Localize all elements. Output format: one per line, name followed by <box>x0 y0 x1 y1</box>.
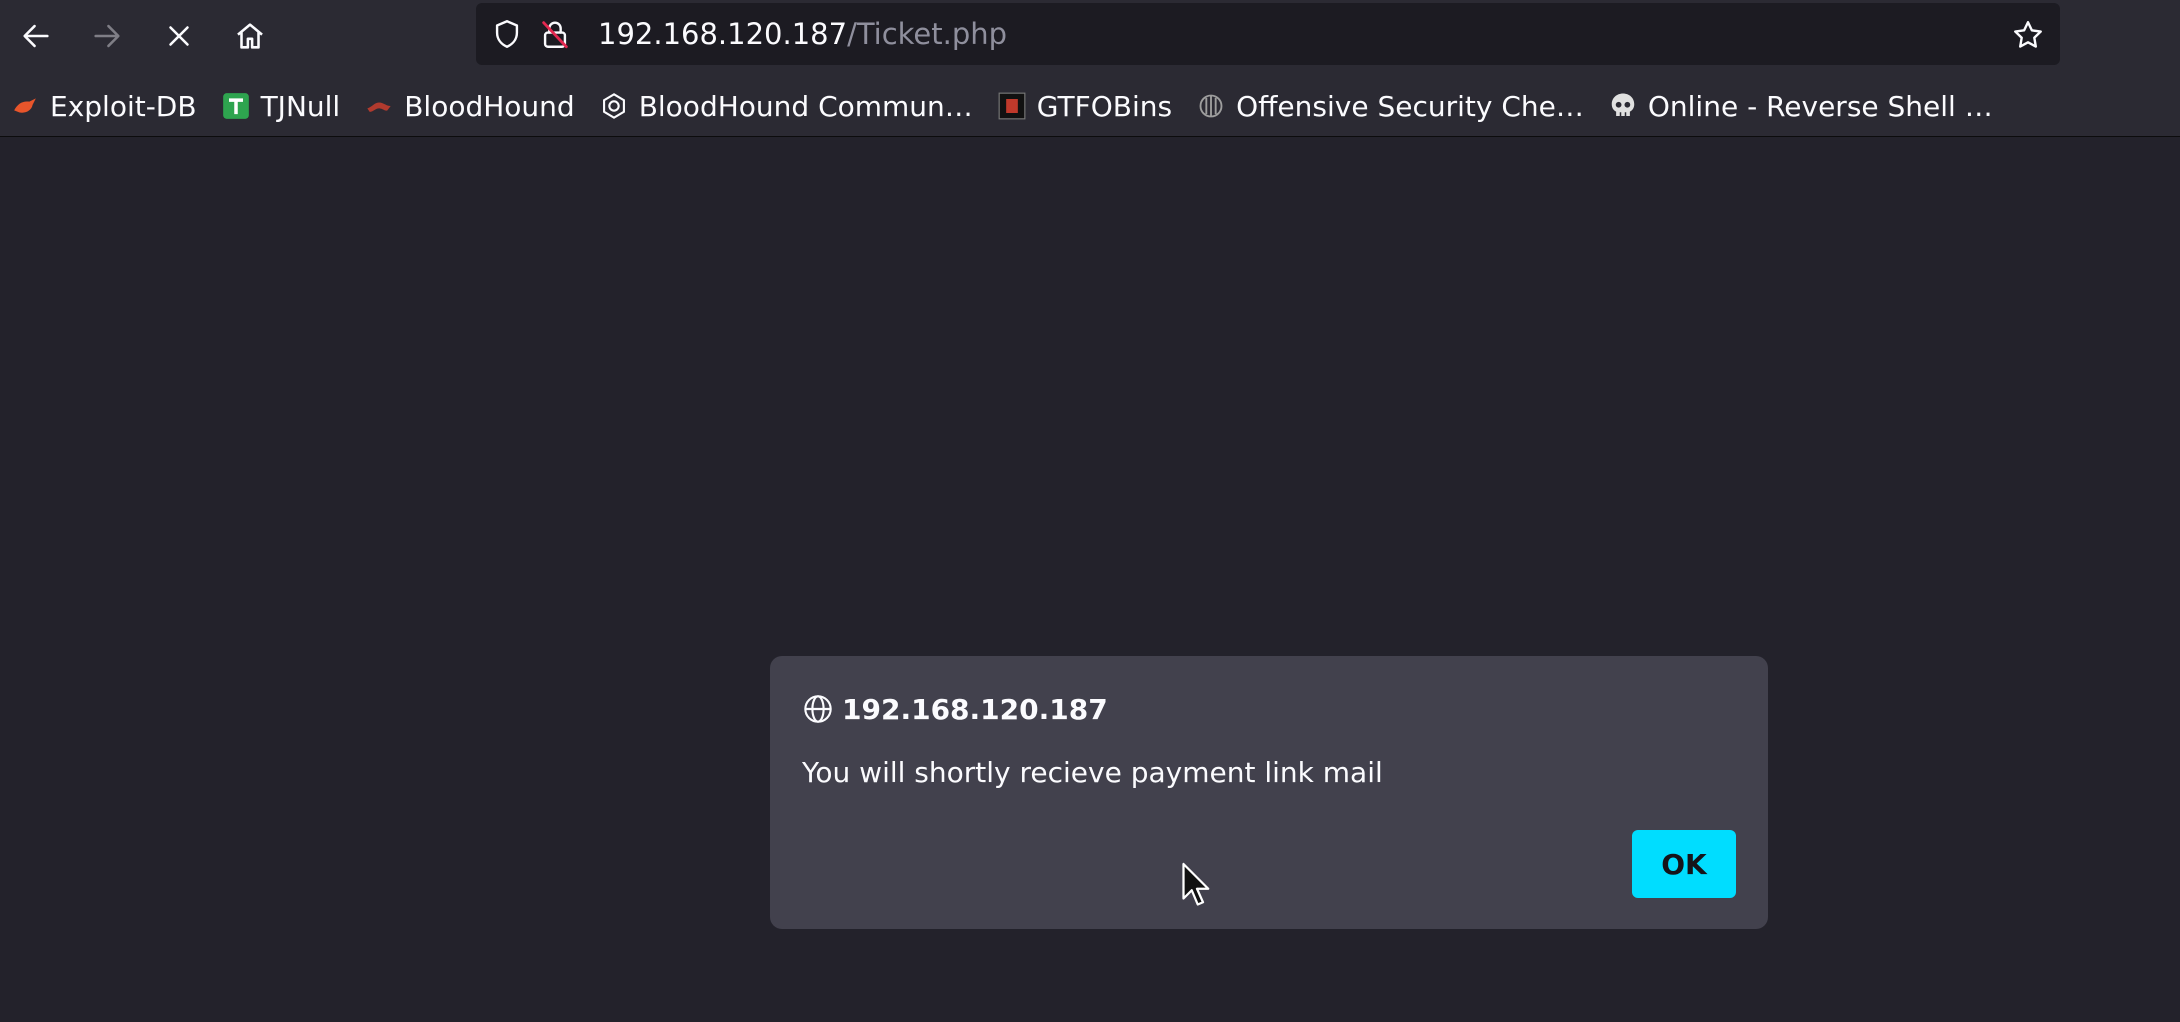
globe-icon <box>804 695 832 723</box>
insecure-connection-lock-icon[interactable] <box>538 17 572 51</box>
bookmark-exploit-db[interactable]: Exploit-DB <box>10 84 197 128</box>
bookmark-gtfobins[interactable]: GTFOBins <box>997 84 1172 128</box>
alert-dialog: 192.168.120.187 You will shortly recieve… <box>770 656 1768 929</box>
bookmark-label: BloodHound Commun… <box>638 89 973 123</box>
dialog-message: You will shortly recieve payment link ma… <box>802 756 1383 789</box>
bookmark-label: Offensive Security Che… <box>1236 89 1584 123</box>
stop-loading-icon <box>169 26 189 46</box>
home-icon <box>237 23 263 49</box>
bookmark-label: TJNull <box>260 89 341 123</box>
bookmark-bloodhound[interactable]: BloodHound <box>364 84 575 128</box>
bloodhound-community-icon <box>599 91 629 121</box>
bookmark-star-icon[interactable] <box>2010 17 2046 53</box>
skull-icon <box>1608 91 1638 121</box>
bookmark-label: Online - Reverse Shell … <box>1647 89 1993 123</box>
bookmark-label: BloodHound <box>404 89 575 123</box>
dialog-title: 192.168.120.187 <box>802 688 1108 730</box>
stop-button[interactable] <box>153 10 205 62</box>
dialog-origin: 192.168.120.187 <box>842 692 1108 726</box>
back-arrow-icon <box>23 24 49 48</box>
bookmark-tjnull[interactable]: TJNull <box>221 84 341 128</box>
bookmark-reverse-shell[interactable]: Online - Reverse Shell … <box>1608 84 1993 128</box>
bookmark-label: Exploit-DB <box>50 89 197 123</box>
bookmark-offensive-security[interactable]: Offensive Security Che… <box>1196 84 1584 128</box>
forward-arrow-icon <box>94 24 120 48</box>
gtfobins-icon <box>997 91 1027 121</box>
navigation-toolbar: 192.168.120.187/Ticket.php <box>0 0 2180 70</box>
browser-chrome: 192.168.120.187/Ticket.php Exploit-DB TJ… <box>0 0 2180 137</box>
url-host: 192.168.120.187 <box>598 17 848 51</box>
bookmark-bloodhound-community[interactable]: BloodHound Commun… <box>599 84 973 128</box>
address-bar[interactable]: 192.168.120.187/Ticket.php <box>476 3 2060 65</box>
bloodhound-icon <box>364 91 394 121</box>
ok-button[interactable]: OK <box>1632 830 1736 898</box>
url-path: /Ticket.php <box>847 17 1008 51</box>
bookmarks-toolbar: Exploit-DB TJNull BloodHound BloodHound … <box>0 84 2180 128</box>
offsec-icon <box>1196 91 1226 121</box>
url-text[interactable]: 192.168.120.187/Ticket.php <box>598 3 1007 65</box>
tracking-protection-shield-icon[interactable] <box>490 17 524 51</box>
exploit-db-icon <box>10 91 40 121</box>
back-button[interactable] <box>10 10 62 62</box>
bookmark-label: GTFOBins <box>1036 89 1173 123</box>
tjnull-icon <box>221 91 251 121</box>
home-button[interactable] <box>224 10 276 62</box>
forward-button[interactable] <box>81 10 133 62</box>
mouse-cursor-icon <box>1182 862 1210 906</box>
